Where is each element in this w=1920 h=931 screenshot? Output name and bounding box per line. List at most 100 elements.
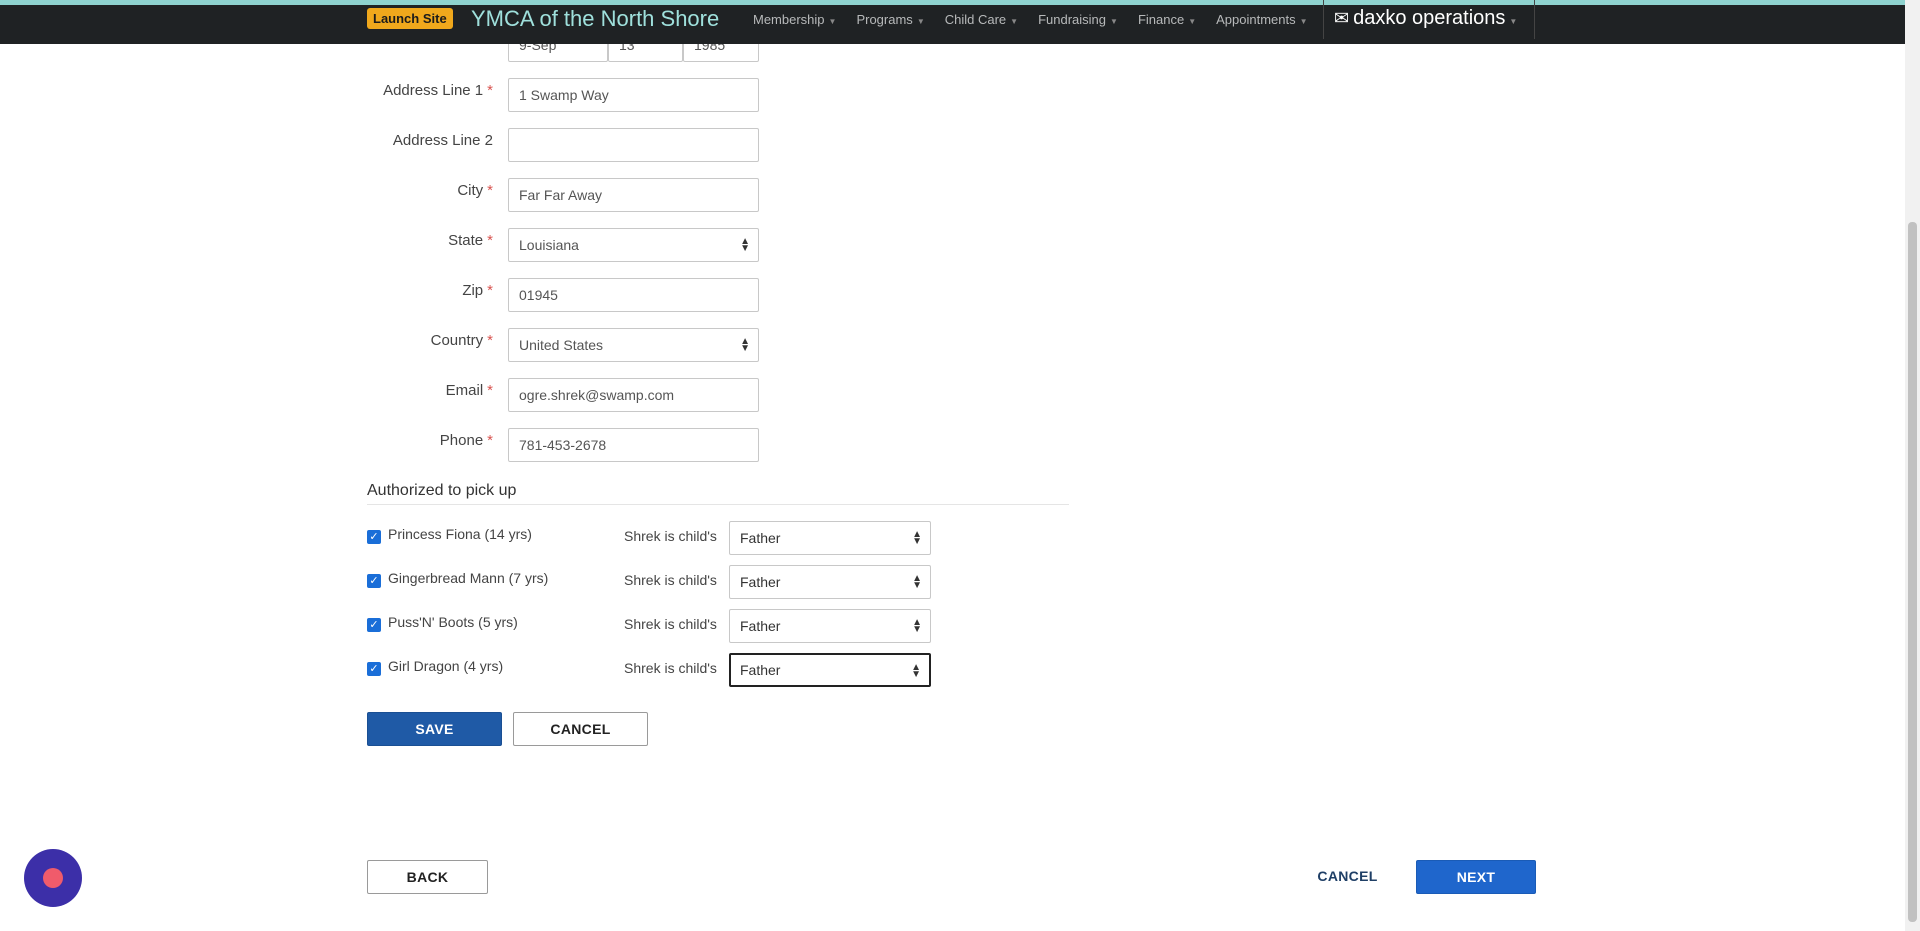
country-label: Country *	[367, 330, 493, 352]
child-name: Girl Dragon (4 yrs)	[388, 658, 504, 674]
navbar-layer: Launch Site YMCA of the North Shore Memb…	[0, 0, 1905, 44]
save-button[interactable]: SAVE	[367, 712, 502, 746]
state-row: State *	[367, 230, 493, 264]
required-marker: *	[487, 332, 493, 349]
required-marker: *	[487, 432, 493, 449]
relation-label: Shrek is child's	[624, 660, 717, 676]
phone-label-text: Phone	[439, 432, 484, 449]
relation-select-puss[interactable]: Father ▲ ▼	[729, 609, 931, 643]
zip-input[interactable]: 01945	[508, 278, 759, 312]
pickup-checkbox-fiona[interactable]: ✓	[367, 530, 381, 544]
address2-row: Address Line 2	[367, 130, 493, 164]
nav-fundraising[interactable]: Fundraising▼	[1038, 0, 1118, 39]
chevron-down-icon: ▼	[1509, 17, 1518, 26]
phone-label: Phone *	[367, 430, 493, 452]
pickup-checkbox-dragon[interactable]: ✓	[367, 662, 381, 676]
country-value: United States	[519, 337, 604, 353]
city-input[interactable]: Far Far Away	[508, 178, 759, 212]
address2-label: Address Line 2	[367, 130, 493, 152]
brand-logo: ✉daxko operations▼	[1334, 4, 1517, 36]
child-name: Gingerbread Mann (7 yrs)	[388, 570, 549, 586]
sort-arrows-icon: ▲ ▼	[912, 573, 922, 591]
city-row: City *	[367, 180, 493, 214]
email-field[interactable]: ogre.shrek@swamp.com	[508, 378, 759, 412]
next-button[interactable]: NEXT	[1416, 860, 1536, 894]
email-label: Email *	[367, 380, 493, 402]
relation-value: Father	[740, 662, 781, 678]
country-row: Country *	[367, 330, 493, 364]
email-value: ogre.shrek@swamp.com	[519, 387, 675, 403]
pickup-row: ✓ Girl Dragon (4 yrs) Shrek is child's F…	[367, 653, 931, 687]
nav-membership[interactable]: Membership▼	[753, 0, 836, 39]
nav-programs-label: Programs	[856, 12, 913, 27]
chevron-down-icon: ▼	[828, 17, 837, 26]
main-menu: Membership▼ Programs▼ Child Care▼ Fundra…	[753, 0, 1328, 39]
page-scrollbar[interactable]	[1905, 0, 1920, 931]
nav-child-care[interactable]: Child Care▼	[945, 0, 1018, 39]
relation-label: Shrek is child's	[624, 572, 717, 588]
child-name: Princess Fiona (14 yrs)	[388, 526, 532, 542]
nav-appointments[interactable]: Appointments▼	[1216, 0, 1307, 39]
email-label-text: Email	[445, 382, 484, 399]
state-value: Louisiana	[519, 237, 579, 253]
zip-value: 01945	[519, 287, 558, 303]
sort-arrows-icon: ▲ ▼	[911, 662, 921, 680]
relation-select-gingerbread[interactable]: Father ▲ ▼	[729, 565, 931, 599]
launch-site-button[interactable]: Launch Site	[367, 8, 453, 29]
zip-row: Zip *	[367, 280, 493, 314]
chevron-down-icon: ▼	[1010, 17, 1019, 26]
envelope-icon: ✉	[1334, 8, 1350, 28]
required-marker: *	[487, 82, 493, 99]
relation-label: Shrek is child's	[624, 528, 717, 544]
org-title[interactable]: YMCA of the North Shore	[471, 5, 719, 33]
pickup-checkbox-puss[interactable]: ✓	[367, 618, 381, 632]
pickup-row: ✓ Princess Fiona (14 yrs) Shrek is child…	[367, 521, 931, 555]
address1-input[interactable]: 1 Swamp Way	[508, 78, 759, 112]
scrollbar-thumb[interactable]	[1908, 222, 1917, 922]
nav-finance[interactable]: Finance▼	[1138, 0, 1196, 39]
phone-row: Phone *	[367, 430, 493, 464]
phone-value: 781-453-2678	[519, 437, 607, 453]
relation-value: Father	[740, 574, 781, 590]
phone-field[interactable]: 781-453-2678	[508, 428, 759, 462]
cancel-button[interactable]: CANCEL	[513, 712, 648, 746]
country-select[interactable]: United States ▲ ▼	[508, 328, 759, 362]
pickup-checkbox-gingerbread[interactable]: ✓	[367, 574, 381, 588]
nav-fundraising-label: Fundraising	[1038, 12, 1107, 27]
chevron-down-icon: ▼	[1110, 17, 1118, 26]
nav-child-care-label: Child Care	[944, 12, 1007, 27]
record-dot-icon	[43, 868, 63, 888]
nav-finance-label: Finance	[1137, 12, 1185, 27]
pickup-section-title: Authorized to pick up	[367, 482, 1069, 505]
city-value: Far Far Away	[519, 187, 602, 203]
state-label-text: State	[448, 232, 484, 249]
nav-membership-label: Membership	[753, 12, 825, 27]
sort-arrows-icon: ▲ ▼	[912, 529, 922, 547]
chevron-down-icon: ▼	[1188, 17, 1197, 26]
relation-select-fiona[interactable]: Father ▲ ▼	[729, 521, 931, 555]
relation-label: Shrek is child's	[624, 616, 717, 632]
address2-input[interactable]	[508, 128, 759, 162]
footer-cancel-link[interactable]: CANCEL	[1300, 860, 1395, 894]
address1-label: Address Line 1 *	[367, 80, 493, 102]
check-icon: ✓	[369, 574, 379, 587]
address1-row: Address Line 1 *	[367, 80, 493, 114]
chevron-down-icon: ▼	[916, 17, 925, 26]
pickup-row: ✓ Puss'N' Boots (5 yrs) Shrek is child's…	[367, 609, 931, 643]
brand-menu[interactable]: ✉daxko operations▼	[1323, 0, 1535, 39]
city-label-text: City	[457, 182, 484, 199]
child-name: Puss'N' Boots (5 yrs)	[388, 614, 518, 630]
required-marker: *	[487, 282, 493, 299]
state-select[interactable]: Louisiana ▲ ▼	[508, 228, 759, 262]
back-button[interactable]: BACK	[367, 860, 488, 894]
address2-label-text: Address Line 2	[392, 132, 493, 149]
relation-select-dragon[interactable]: Father ▲ ▼	[729, 653, 931, 687]
nav-programs[interactable]: Programs▼	[856, 0, 924, 39]
required-marker: *	[487, 232, 493, 249]
chat-launcher-button[interactable]	[24, 849, 82, 907]
check-icon: ✓	[369, 530, 379, 543]
check-icon: ✓	[369, 662, 379, 675]
zip-label: Zip *	[367, 280, 493, 302]
check-icon: ✓	[369, 618, 379, 631]
chevron-down-icon: ▼	[1299, 17, 1308, 26]
